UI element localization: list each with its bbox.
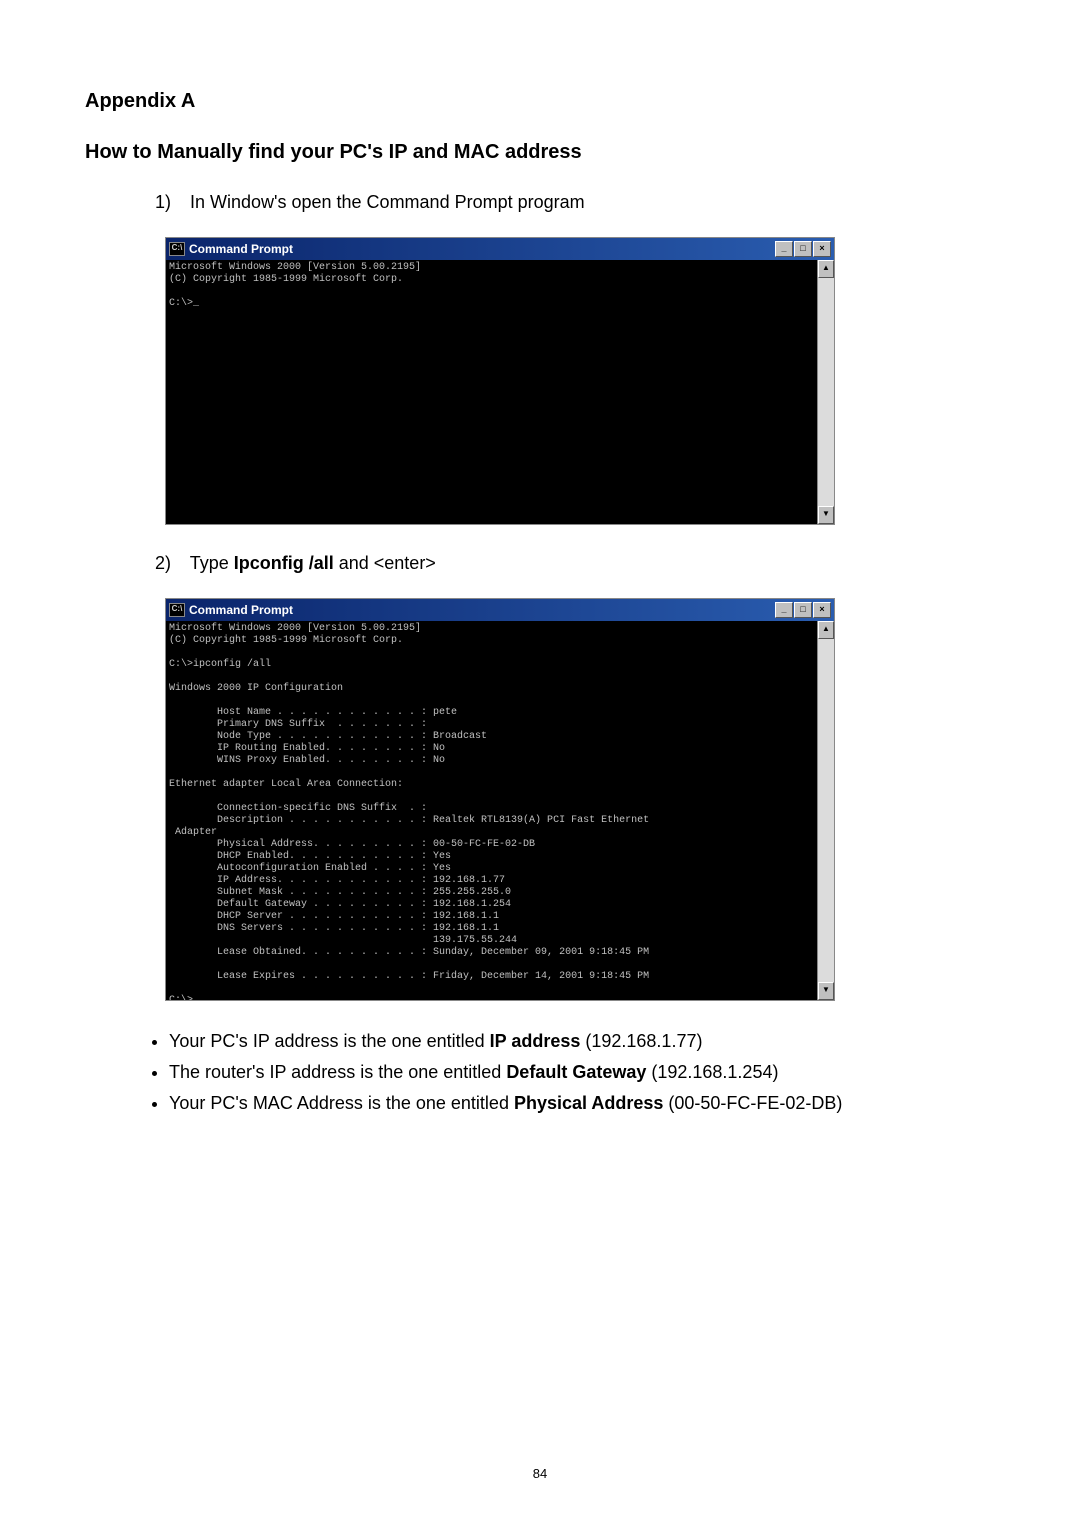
cmd-icon: C:\ <box>169 242 185 256</box>
bullet-3-post: (00-50-FC-FE-02-DB) <box>663 1093 842 1113</box>
bullet-2-pre: The router's IP address is the one entit… <box>169 1062 506 1082</box>
bullet-default-gateway: The router's IP address is the one entit… <box>169 1060 995 1085</box>
step-2-text-pre: Type <box>190 553 234 573</box>
summary-bullets: Your PC's IP address is the one entitled… <box>145 1029 995 1115</box>
bullet-3-bold: Physical Address <box>514 1093 663 1113</box>
step-2-text-bold: Ipconfig /all <box>234 553 334 573</box>
step-2: 2) Type Ipconfig /all and <enter> <box>155 553 995 574</box>
bullet-1-post: (192.168.1.77) <box>580 1031 702 1051</box>
cmd-icon: C:\ <box>169 603 185 617</box>
scrollbar[interactable]: ▲ ▼ <box>817 621 834 1000</box>
maximize-button[interactable]: □ <box>794 602 812 618</box>
close-button[interactable]: × <box>813 602 831 618</box>
step-2-text-post: and <enter> <box>334 553 436 573</box>
close-button[interactable]: × <box>813 241 831 257</box>
step-1: 1) In Window's open the Command Prompt p… <box>155 192 995 213</box>
minimize-button[interactable]: _ <box>775 602 793 618</box>
window-title: Command Prompt <box>189 242 293 256</box>
title-bar: C:\ Command Prompt _ □ × <box>166 238 834 260</box>
appendix-heading: Appendix A <box>85 90 995 113</box>
console-output-1: Microsoft Windows 2000 [Version 5.00.219… <box>166 260 817 524</box>
bullet-1-bold: IP address <box>490 1031 581 1051</box>
title-bar: C:\ Command Prompt _ □ × <box>166 599 834 621</box>
bullet-2-bold: Default Gateway <box>506 1062 646 1082</box>
bullet-2-post: (192.168.1.254) <box>646 1062 778 1082</box>
page-number: 84 <box>0 1466 1080 1481</box>
maximize-button[interactable]: □ <box>794 241 812 257</box>
bullet-physical-address: Your PC's MAC Address is the one entitle… <box>169 1091 995 1116</box>
scroll-down-icon[interactable]: ▼ <box>818 982 834 1000</box>
scroll-up-icon[interactable]: ▲ <box>818 621 834 639</box>
minimize-button[interactable]: _ <box>775 241 793 257</box>
step-1-text: In Window's open the Command Prompt prog… <box>190 192 585 212</box>
bullet-1-pre: Your PC's IP address is the one entitled <box>169 1031 490 1051</box>
step-2-number: 2) <box>155 553 185 574</box>
scroll-down-icon[interactable]: ▼ <box>818 506 834 524</box>
section-heading: How to Manually find your PC's IP and MA… <box>85 141 995 164</box>
bullet-ip-address: Your PC's IP address is the one entitled… <box>169 1029 995 1054</box>
window-title: Command Prompt <box>189 603 293 617</box>
scrollbar[interactable]: ▲ ▼ <box>817 260 834 524</box>
command-prompt-window-1: C:\ Command Prompt _ □ × Microsoft Windo… <box>165 237 835 525</box>
command-prompt-window-2: C:\ Command Prompt _ □ × Microsoft Windo… <box>165 598 835 1001</box>
scroll-up-icon[interactable]: ▲ <box>818 260 834 278</box>
step-1-number: 1) <box>155 192 185 213</box>
console-output-2: Microsoft Windows 2000 [Version 5.00.219… <box>166 621 817 1000</box>
bullet-3-pre: Your PC's MAC Address is the one entitle… <box>169 1093 514 1113</box>
